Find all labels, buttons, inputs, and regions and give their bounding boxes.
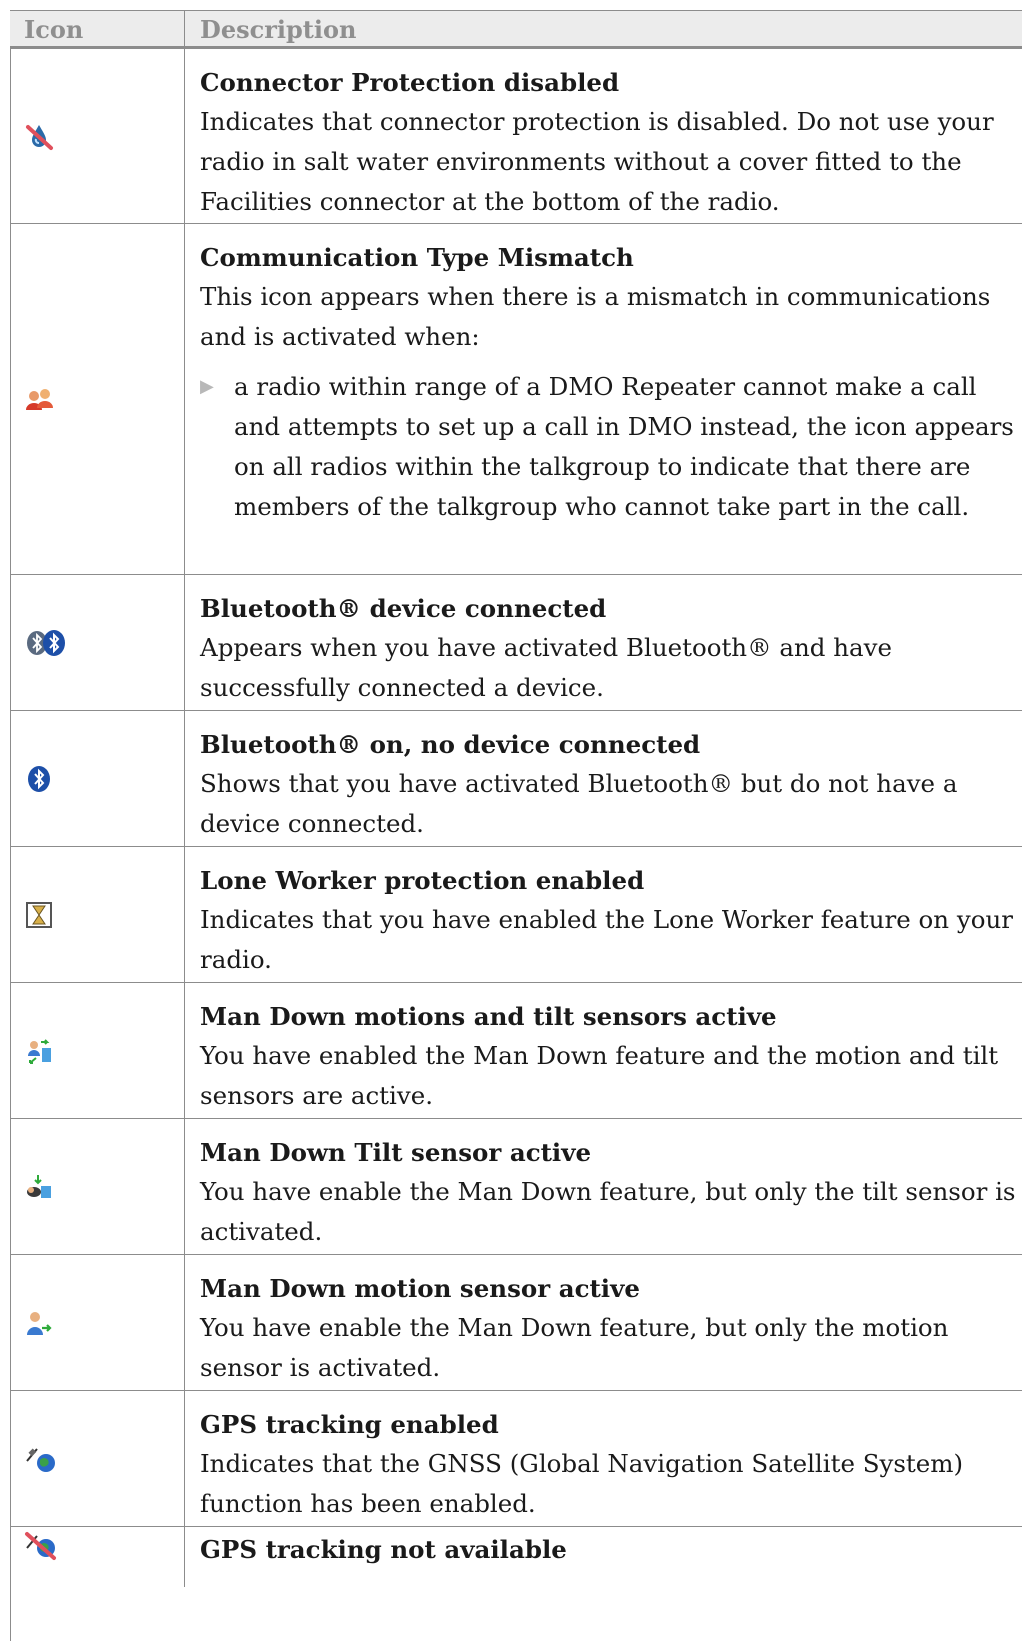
lone-worker-icon [26,901,52,928]
man-down-motion-tilt-icon [28,1038,51,1064]
bullet-triangle-icon: ▶ [200,376,214,397]
connector-protection-disabled-icon [26,125,53,150]
header-description: Description [200,14,357,44]
man-down-tilt-icon [27,1174,51,1198]
table-row: GPS tracking not available [10,1527,1022,1587]
row-title: Communication Type Mismatch [200,243,634,272]
bullet-text: a radio within range of a DMO Repeater c… [234,372,1014,521]
row-title: Man Down Tilt sensor active [200,1138,592,1167]
row-title: GPS tracking not available [200,1535,567,1564]
table-row: Man Down Tilt sensor active You have ena… [10,1119,1022,1255]
bluetooth-device-connected-icon [27,629,65,656]
table-row: Man Down motion sensor active You have e… [10,1255,1022,1391]
gps-tracking-not-available-icon [25,1532,56,1560]
communication-type-mismatch-icon [26,389,53,410]
row-text: You have enabled the Man Down feature an… [200,1041,999,1110]
row-title: Lone Worker protection enabled [200,866,645,895]
icon-description-table: Icon Description Connector Protection di… [10,10,1022,1587]
table-row: Man Down motions and tilt sensors active… [10,983,1022,1119]
row-title: Man Down motion sensor active [200,1274,640,1303]
gps-tracking-enabled-icon [26,1447,55,1472]
row-text: Indicates that you have enabled the Lone… [200,905,1013,974]
row-text: You have enable the Man Down feature, bu… [200,1177,1016,1246]
row-text: Shows that you have activated Bluetooth®… [200,769,958,838]
header-icon: Icon [10,11,185,46]
row-text: Indicates that the GNSS (Global Navigati… [200,1449,964,1518]
table-row: Lone Worker protection enabled Indicates… [10,847,1022,983]
table-row: Communication Type Mismatch This icon ap… [10,224,1022,575]
row-text: You have enable the Man Down feature, bu… [200,1313,949,1382]
table-header-row: Icon Description [10,10,1022,49]
bluetooth-on-icon [28,765,50,792]
row-title: Connector Protection disabled [200,68,620,97]
row-text: This icon appears when there is a mismat… [200,282,991,351]
row-text: Appears when you have activated Bluetoot… [200,633,892,702]
row-text: Indicates that connector protection is d… [200,107,994,216]
table-row: Bluetooth® device connected Appears when… [10,575,1022,711]
table-row: Connector Protection disabled Indicates … [10,49,1022,224]
table-row: GPS tracking enabled Indicates that the … [10,1391,1022,1527]
row-title: Man Down motions and tilt sensors active [200,1002,777,1031]
row-title: GPS tracking enabled [200,1410,499,1439]
row-title: Bluetooth® device connected [200,594,607,623]
man-down-motion-icon [27,1311,52,1335]
table-row: Bluetooth® on, no device connected Shows… [10,711,1022,847]
bullet-item: ▶ a radio within range of a DMO Repeater… [200,367,1022,527]
row-title: Bluetooth® on, no device connected [200,730,701,759]
